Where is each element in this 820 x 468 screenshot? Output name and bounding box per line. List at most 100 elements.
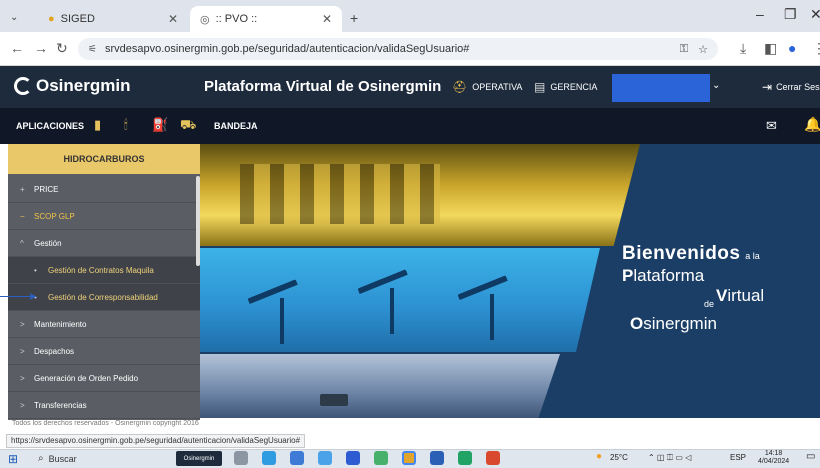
chevron-right-icon: > <box>20 346 25 356</box>
osinergmin-logo[interactable]: Osinergmin <box>14 76 130 96</box>
sidebar-item-label: Gestión de Corresponsabilidad <box>48 292 158 302</box>
sidebar-item-label: SCOP GLP <box>34 211 75 221</box>
fuel-pump-icon[interactable]: ⛽ <box>152 117 168 133</box>
sidebar-item-label: Gestión <box>34 238 62 248</box>
expand-icon: + <box>20 184 25 194</box>
chrome-icon[interactable] <box>402 451 416 465</box>
sidebar-item-label: Despachos <box>34 346 75 356</box>
globe-favicon-icon: ◎ <box>200 13 210 26</box>
sidebar-item-transferencias[interactable]: > Transferencias <box>8 392 200 419</box>
sidebar-header[interactable]: HIDROCARBUROS <box>8 144 200 174</box>
welcome-plataforma: lataforma <box>633 266 705 285</box>
notifications-icon[interactable]: ▭ <box>806 451 815 462</box>
sidebar-item-contratos-maquila[interactable]: • Gestión de Contratos Maquila <box>8 257 200 284</box>
truck-icon[interactable]: ⛟ <box>180 117 196 135</box>
back-icon[interactable]: ← <box>10 40 24 56</box>
close-tab-icon[interactable]: ✕ <box>322 12 332 26</box>
user-select[interactable] <box>612 74 710 102</box>
welcome-osinergmin: sinergmin <box>643 314 717 333</box>
gerencia-button[interactable]: ▤ GERENCIA <box>534 80 597 94</box>
taskbar-search[interactable]: ⌕ Buscar <box>38 451 166 466</box>
oil-pumpjacks-image <box>200 248 600 352</box>
mail-icon[interactable]: ✉ <box>766 118 777 134</box>
bookmark-star-icon[interactable]: ☆ <box>698 43 708 56</box>
excel-icon[interactable] <box>458 451 472 465</box>
photos-icon[interactable] <box>374 451 388 465</box>
reload-icon[interactable]: ↻ <box>56 40 68 57</box>
url-input[interactable]: ⚟ srvdesapvo.osinergmin.gob.pe/seguridad… <box>78 38 718 60</box>
sidebar-item-orden-pedido[interactable]: > Generación de Orden Pedido <box>8 365 200 392</box>
language-indicator[interactable]: ESP <box>730 453 746 462</box>
hardhat-icon: ⛑ <box>452 80 468 94</box>
new-tab-button[interactable]: + <box>350 10 358 26</box>
welcome-p: P <box>622 266 634 285</box>
tray-icons[interactable]: ⌃ ◫ ⎅ ▭ ◁ <box>648 453 691 463</box>
sidebar-item-price[interactable]: + PRICE <box>8 176 200 203</box>
welcome-a-la: a la <box>745 251 760 261</box>
password-key-icon[interactable]: ⚿ <box>680 43 688 56</box>
collapse-icon: − <box>20 211 25 221</box>
logo-text: Osinergmin <box>36 76 131 95</box>
sidebar-item-scop-glp[interactable]: − SCOP GLP <box>8 203 200 230</box>
minimize-icon[interactable]: – <box>756 6 764 22</box>
browser-tab-siged[interactable]: ● SIGED ✕ <box>38 6 188 32</box>
gerencia-label: GERENCIA <box>550 82 598 92</box>
status-url: https://srvdesapvo.osinergmin.gob.pe/seg… <box>6 434 306 448</box>
file-explorer-icon[interactable] <box>290 451 304 465</box>
powerpoint-icon[interactable] <box>486 451 500 465</box>
tab-title: SIGED <box>60 13 95 25</box>
close-tab-icon[interactable]: ✕ <box>168 12 178 26</box>
logo-ring-icon <box>14 77 32 95</box>
taskbar-app-osinergmin[interactable]: Osinergmin <box>176 451 222 466</box>
chevron-right-icon: > <box>20 400 25 410</box>
welcome-v: V <box>716 286 728 305</box>
logout-icon: ⇥ <box>762 80 773 94</box>
bulb-icon[interactable]: 🕯 <box>124 117 128 133</box>
temperature[interactable]: 25°C <box>610 453 628 462</box>
word-icon[interactable] <box>430 451 444 465</box>
sidebar-item-label: Mantenimiento <box>34 319 87 329</box>
windows-start-icon[interactable]: ⊞ <box>8 452 18 466</box>
mining-image <box>200 354 560 418</box>
tab-title: :: PVO :: <box>215 13 258 25</box>
more-menu-icon[interactable]: ⋮ <box>812 40 820 57</box>
download-icon[interactable]: ⤓ <box>740 40 746 57</box>
operativa-label: OPERATIVA <box>472 82 523 92</box>
task-view-icon[interactable] <box>234 451 248 465</box>
gas-cylinder-icon[interactable]: ▮ <box>94 117 101 133</box>
bandeja-link[interactable]: BANDEJA <box>214 121 258 131</box>
teams-icon[interactable] <box>346 451 360 465</box>
logout-button[interactable]: ⇥ Cerrar Sesión <box>762 80 820 94</box>
browser-tab-pvo[interactable]: ◎ :: PVO :: ✕ <box>190 6 342 32</box>
profile-icon[interactable]: ● <box>788 40 796 56</box>
close-window-icon[interactable]: ✕ <box>810 6 820 23</box>
taskbar-clock[interactable]: 14:18 4/04/2024 <box>758 450 789 466</box>
sidebar-item-label: Transferencias <box>34 400 87 410</box>
aplicaciones-label: APLICACIONES <box>16 121 85 131</box>
applications-bar <box>0 108 820 144</box>
store-icon[interactable] <box>318 451 332 465</box>
weather-icon[interactable]: ● <box>596 451 602 462</box>
site-info-icon[interactable]: ⚟ <box>88 44 97 55</box>
search-label: Buscar <box>48 453 77 464</box>
operativa-button[interactable]: ⛑ OPERATIVA <box>452 80 522 94</box>
welcome-title: Bienvenidos <box>622 243 741 264</box>
edge-icon[interactable] <box>262 451 276 465</box>
logout-label: Cerrar Sesión <box>776 82 820 92</box>
sidebar-item-label: Gestión de Contratos Maquila <box>48 265 154 275</box>
chevron-down-icon[interactable]: ⌄ <box>712 80 720 91</box>
url-text: srvdesapvo.osinergmin.gob.pe/seguridad/a… <box>104 43 470 55</box>
sidepanel-icon[interactable]: ◧ <box>764 40 777 57</box>
chevron-right-icon: > <box>20 373 25 383</box>
sidebar-item-despachos[interactable]: > Despachos <box>8 338 200 365</box>
maximize-icon[interactable]: ❐ <box>784 6 797 23</box>
sidebar-item-mantenimiento[interactable]: > Mantenimiento <box>8 311 200 338</box>
bullet-icon: • <box>34 265 37 275</box>
forward-icon[interactable]: → <box>34 40 48 56</box>
bell-icon[interactable]: 🔔 <box>804 116 820 133</box>
siged-favicon-icon: ● <box>48 13 55 25</box>
clock-time: 14:18 <box>764 450 783 457</box>
tab-search-chevron-icon[interactable]: ⌄ <box>10 12 18 23</box>
sidebar-item-gestion[interactable]: ^ Gestión <box>8 230 200 257</box>
sidebar-item-label: Generación de Orden Pedido <box>34 373 139 383</box>
